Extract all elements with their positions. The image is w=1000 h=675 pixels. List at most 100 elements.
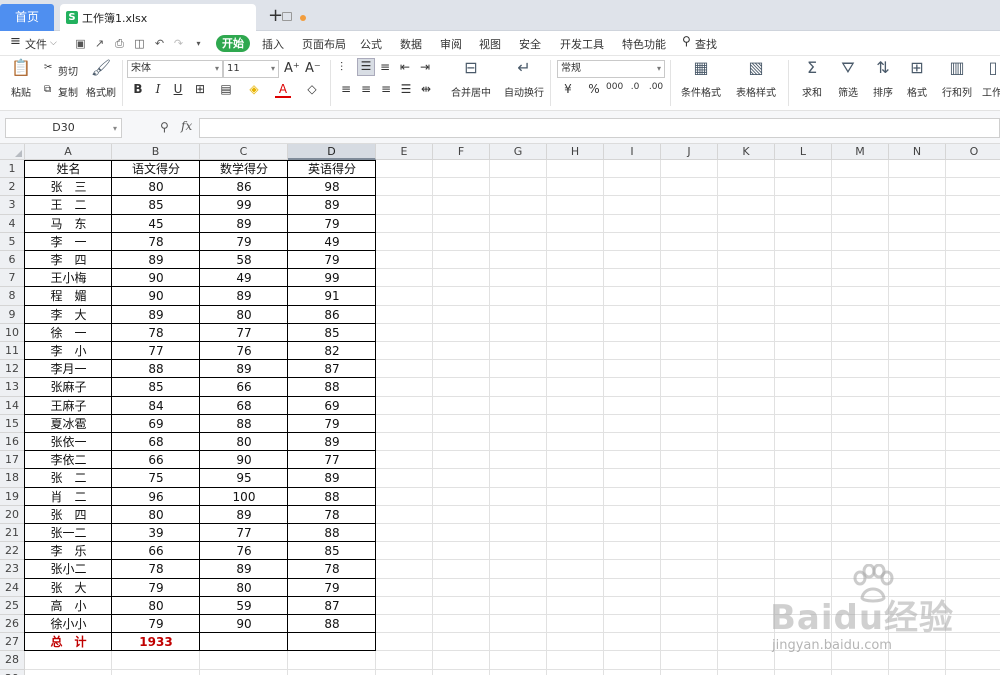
table-cell[interactable]: 85: [112, 378, 200, 396]
underline-icon[interactable]: U: [170, 82, 186, 96]
table-cell[interactable]: 85: [288, 324, 376, 342]
copy-button[interactable]: 复制: [58, 84, 78, 99]
menu-developer[interactable]: 开发工具: [560, 36, 604, 52]
table-cell[interactable]: 88: [112, 360, 200, 378]
table-cell[interactable]: 程 媚: [25, 287, 112, 305]
row-header-1[interactable]: 1: [0, 160, 25, 179]
align-center-icon[interactable]: ≡: [358, 82, 374, 96]
table-cell[interactable]: 95: [200, 469, 288, 487]
table-cell[interactable]: 79: [112, 615, 200, 633]
table-cell[interactable]: 马 东: [25, 215, 112, 233]
table-cell[interactable]: 100: [200, 488, 288, 506]
clear-icon[interactable]: ◇: [304, 82, 320, 96]
column-header-b[interactable]: B: [112, 144, 200, 160]
align-top-icon[interactable]: ⫶: [340, 60, 343, 75]
menu-security[interactable]: 安全: [519, 36, 541, 52]
sort-button[interactable]: ⇅ 排序: [867, 58, 899, 99]
format-painter-button[interactable]: 🖌 格式刷: [84, 58, 118, 99]
row-header-18[interactable]: 18: [0, 469, 25, 488]
table-cell[interactable]: 66: [112, 542, 200, 560]
row-header-14[interactable]: 14: [0, 396, 25, 415]
table-cell[interactable]: 79: [288, 215, 376, 233]
menu-special[interactable]: 特色功能: [622, 36, 666, 52]
table-cell[interactable]: 89: [200, 287, 288, 305]
column-header-i[interactable]: I: [604, 144, 661, 160]
table-cell[interactable]: 79: [288, 251, 376, 269]
table-cell[interactable]: 69: [288, 397, 376, 415]
table-cell[interactable]: 91: [288, 287, 376, 305]
currency-icon[interactable]: ¥: [560, 82, 576, 96]
table-cell[interactable]: 45: [112, 215, 200, 233]
table-cell[interactable]: 85: [112, 196, 200, 214]
row-header-8[interactable]: 8: [0, 287, 25, 306]
border-icon[interactable]: ⊞: [192, 82, 208, 96]
table-cell[interactable]: 68: [200, 397, 288, 415]
row-header-20[interactable]: 20: [0, 505, 25, 524]
table-cell[interactable]: 89: [200, 560, 288, 578]
table-cell[interactable]: 80: [200, 579, 288, 597]
conditional-format-button[interactable]: ▦ 条件格式: [676, 58, 726, 99]
column-header-o[interactable]: O: [946, 144, 1000, 160]
header-cell[interactable]: 数学得分: [200, 160, 288, 178]
table-cell[interactable]: 87: [288, 597, 376, 615]
table-cell[interactable]: 96: [112, 488, 200, 506]
table-cell[interactable]: 徐小小: [25, 615, 112, 633]
table-cell[interactable]: 66: [112, 451, 200, 469]
menu-formula[interactable]: 公式: [360, 36, 382, 52]
menu-review[interactable]: 审阅: [440, 36, 462, 52]
table-cell[interactable]: 89: [200, 360, 288, 378]
table-cell[interactable]: 89: [200, 506, 288, 524]
row-header-7[interactable]: 7: [0, 269, 25, 288]
table-cell[interactable]: 90: [200, 615, 288, 633]
table-cell[interactable]: 69: [112, 415, 200, 433]
row-header-10[interactable]: 10: [0, 323, 25, 342]
table-cell[interactable]: 78: [112, 324, 200, 342]
percent-icon[interactable]: %: [586, 82, 602, 96]
align-left-icon[interactable]: ≡: [338, 82, 354, 96]
undo-icon[interactable]: ↶: [153, 37, 166, 50]
table-cell[interactable]: 李 乐: [25, 542, 112, 560]
table-cell[interactable]: 80: [112, 178, 200, 196]
table-cell[interactable]: 99: [200, 196, 288, 214]
bold-icon[interactable]: B: [130, 82, 146, 96]
save-icon[interactable]: ▣: [74, 37, 87, 50]
column-header-c[interactable]: C: [200, 144, 288, 160]
decrease-decimal-icon[interactable]: .00: [648, 82, 664, 92]
table-cell[interactable]: 张小二: [25, 560, 112, 578]
print-preview-icon[interactable]: ◫: [133, 37, 146, 50]
table-cell[interactable]: 77: [200, 324, 288, 342]
menu-file[interactable]: 文件: [25, 36, 47, 52]
table-cell[interactable]: 79: [288, 415, 376, 433]
table-cell[interactable]: 张依一: [25, 433, 112, 451]
header-cell[interactable]: 英语得分: [288, 160, 376, 178]
table-cell[interactable]: 张 大: [25, 579, 112, 597]
table-cell[interactable]: 79: [200, 233, 288, 251]
table-cell[interactable]: 王小梅: [25, 269, 112, 287]
table-cell[interactable]: 79: [112, 579, 200, 597]
monitor-icon[interactable]: [282, 12, 292, 21]
table-cell[interactable]: 90: [112, 269, 200, 287]
redo-icon[interactable]: ↷: [172, 37, 185, 50]
column-header-j[interactable]: J: [661, 144, 718, 160]
table-cell[interactable]: 85: [288, 542, 376, 560]
auto-wrap-button[interactable]: ↵ 自动换行: [502, 58, 546, 99]
table-cell[interactable]: 78: [288, 560, 376, 578]
table-cell[interactable]: 87: [288, 360, 376, 378]
table-cell[interactable]: 李 小: [25, 342, 112, 360]
number-format-select[interactable]: 常规 ▾: [557, 60, 665, 78]
column-header-n[interactable]: N: [889, 144, 946, 160]
header-cell[interactable]: 语文得分: [112, 160, 200, 178]
row-header-5[interactable]: 5: [0, 232, 25, 251]
table-cell[interactable]: 86: [288, 306, 376, 324]
indent-increase-icon[interactable]: ⇥: [420, 60, 430, 74]
table-cell[interactable]: 88: [288, 524, 376, 542]
column-header-m[interactable]: M: [832, 144, 889, 160]
table-cell[interactable]: 88: [200, 415, 288, 433]
table-cell[interactable]: 李 一: [25, 233, 112, 251]
font-size-select[interactable]: 11 ▾: [223, 60, 279, 78]
table-cell[interactable]: 76: [200, 542, 288, 560]
table-cell[interactable]: 80: [200, 433, 288, 451]
paste-button[interactable]: 📋 粘贴: [6, 58, 36, 99]
total-value[interactable]: 1933: [112, 633, 200, 651]
row-header-22[interactable]: 22: [0, 542, 25, 561]
